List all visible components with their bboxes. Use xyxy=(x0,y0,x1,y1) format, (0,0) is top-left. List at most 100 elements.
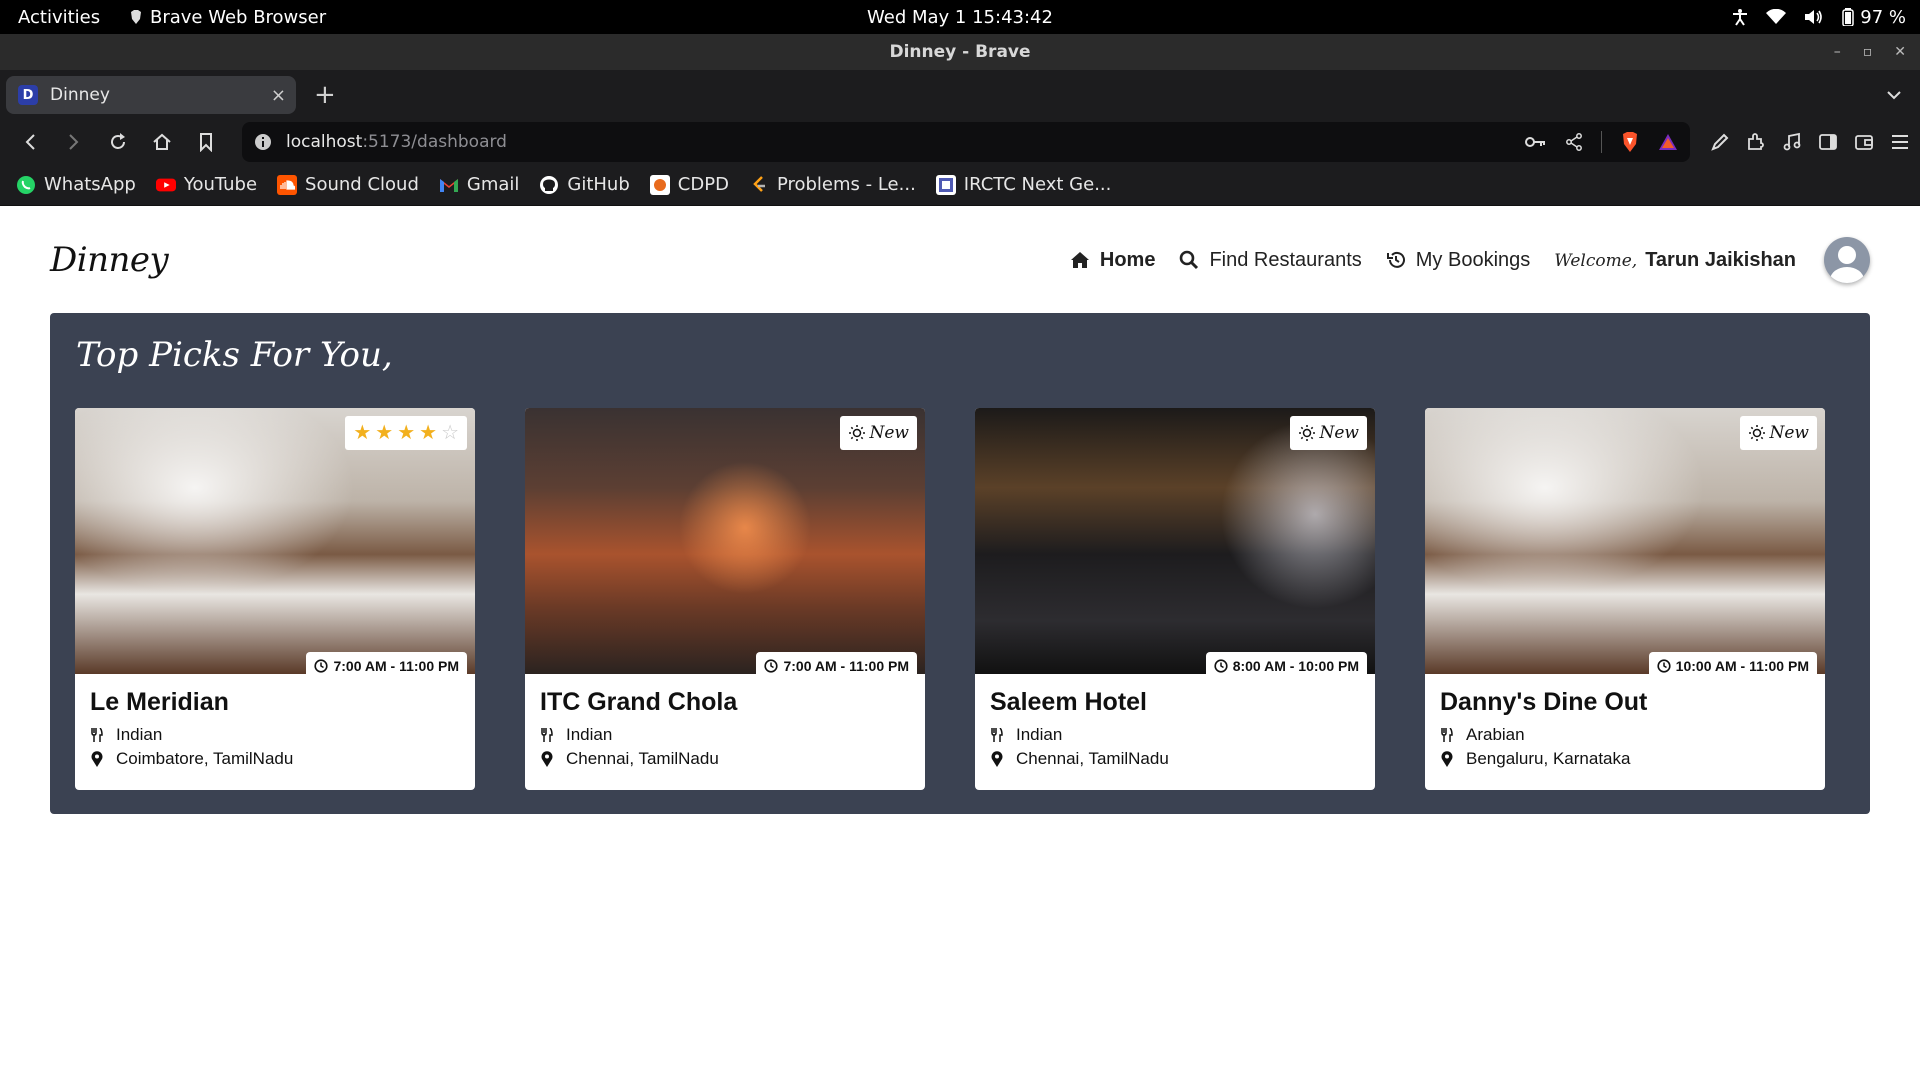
restaurant-photo: New 10:00 AM - 11:00 PM xyxy=(1425,408,1825,680)
sun-icon xyxy=(848,425,865,441)
maximize-icon[interactable]: ▫ xyxy=(1863,44,1873,60)
cuisine-row: Indian xyxy=(990,725,1360,745)
bookmark-label: GitHub xyxy=(567,174,630,195)
app-menu[interactable]: Brave Web Browser xyxy=(130,7,326,28)
restaurant-name: Saleem Hotel xyxy=(990,688,1148,716)
cuisine-text: Arabian xyxy=(1466,725,1525,744)
hours-badge: 7:00 AM - 11:00 PM xyxy=(756,652,917,680)
new-badge: New xyxy=(1289,416,1367,450)
browser-toolbar: localhost:5173/dashboard xyxy=(0,120,1920,164)
cuisine-row: Indian xyxy=(540,725,910,745)
sun-icon xyxy=(1748,425,1765,441)
cuisine-text: Indian xyxy=(1016,725,1063,744)
nav-find-restaurants[interactable]: Find Restaurants xyxy=(1179,248,1362,272)
bookmark-leetcode[interactable]: Problems - Le... xyxy=(749,174,916,195)
irctc-icon xyxy=(935,174,956,195)
leetcode-icon xyxy=(749,175,769,195)
restaurant-card[interactable]: New 8:00 AM - 10:00 PM Saleem Hotel Indi… xyxy=(975,408,1375,790)
extensions-icon[interactable] xyxy=(1746,132,1766,152)
user-avatar[interactable] xyxy=(1824,237,1870,283)
site-logo[interactable]: Dinney xyxy=(50,240,169,280)
bookmark-github[interactable]: GitHub xyxy=(539,174,630,195)
bookmark-label: Gmail xyxy=(466,174,520,195)
new-label: New xyxy=(1319,423,1360,443)
system-tray[interactable]: 97 % xyxy=(1732,7,1920,28)
pen-icon[interactable] xyxy=(1710,132,1730,152)
wallet-icon[interactable] xyxy=(1854,133,1874,151)
tab-title: Dinney xyxy=(50,85,110,105)
forward-button[interactable] xyxy=(54,124,94,160)
new-badge: New xyxy=(1739,416,1817,450)
sidebar-icon[interactable] xyxy=(1818,133,1838,151)
home-button[interactable] xyxy=(142,124,182,160)
new-tab-button[interactable]: + xyxy=(314,80,336,110)
media-icon[interactable] xyxy=(1782,132,1802,152)
share-icon[interactable] xyxy=(1565,133,1583,151)
restaurant-name: Danny's Dine Out xyxy=(1440,688,1648,716)
restaurant-card[interactable]: New 10:00 AM - 11:00 PM Danny's Dine Out… xyxy=(1425,408,1825,790)
cuisine-text: Indian xyxy=(116,725,163,744)
hours-badge: 8:00 AM - 10:00 PM xyxy=(1205,652,1367,680)
soundcloud-icon xyxy=(277,174,298,195)
hours-text: 10:00 AM - 11:00 PM xyxy=(1675,658,1809,674)
bookmark-soundcloud[interactable]: Sound Cloud xyxy=(277,174,419,195)
brave-rewards-icon[interactable] xyxy=(1658,133,1678,151)
address-bar[interactable]: localhost:5173/dashboard xyxy=(242,122,1690,162)
restaurant-card[interactable]: New 7:00 AM - 11:00 PM ITC Grand Chola I… xyxy=(525,408,925,790)
utensils-icon xyxy=(990,728,1004,742)
bookmark-whatsapp[interactable]: WhatsApp xyxy=(16,174,136,195)
accessibility-icon[interactable] xyxy=(1732,8,1748,26)
section-title: Top Picks For You, xyxy=(76,335,393,375)
star-empty-icon: ☆ xyxy=(441,422,459,444)
site-info-icon[interactable] xyxy=(254,133,272,151)
menu-icon[interactable] xyxy=(1890,133,1910,151)
reload-button[interactable] xyxy=(98,124,138,160)
battery-icon[interactable] xyxy=(1842,8,1855,26)
brave-shields-icon[interactable] xyxy=(1620,131,1640,153)
bookmark-button[interactable] xyxy=(186,124,226,160)
tab-dinney[interactable]: D Dinney × xyxy=(6,76,296,114)
home-icon xyxy=(1070,252,1089,268)
bookmark-youtube[interactable]: YouTube xyxy=(155,174,257,195)
bookmark-irctc[interactable]: IRCTC Next Ge... xyxy=(935,174,1111,195)
window-title-bar: Dinney - Brave – ▫ ✕ xyxy=(0,34,1920,70)
bookmark-label: Sound Cloud xyxy=(305,174,419,195)
nav-my-bookings[interactable]: My Bookings xyxy=(1386,249,1530,272)
tab-strip: D Dinney × + xyxy=(0,70,1920,120)
restaurant-name: ITC Grand Chola xyxy=(540,688,738,716)
history-icon xyxy=(1386,251,1405,268)
volume-icon[interactable] xyxy=(1804,9,1824,25)
utensils-icon xyxy=(540,728,554,742)
nav-find-label: Find Restaurants xyxy=(1209,248,1362,271)
bookmarks-bar: WhatsApp YouTube Sound Cloud Gmail GitHu… xyxy=(0,164,1920,206)
close-window-icon[interactable]: ✕ xyxy=(1894,44,1906,60)
github-icon xyxy=(539,175,559,195)
clock-icon xyxy=(1657,659,1671,673)
cuisine-text: Indian xyxy=(566,725,613,744)
brave-lion-icon xyxy=(131,10,141,24)
battery-percentage: 97 % xyxy=(1860,6,1906,28)
youtube-icon xyxy=(155,175,176,195)
activities-button[interactable]: Activities xyxy=(0,7,130,28)
wifi-icon[interactable] xyxy=(1766,9,1787,25)
nav-home[interactable]: Home xyxy=(1070,249,1155,272)
cuisine-row: Arabian xyxy=(1440,725,1810,745)
location-text: Chennai, TamilNadu xyxy=(1016,749,1169,768)
bookmark-cdpd[interactable]: CDPD xyxy=(649,174,729,195)
bookmark-label: Problems - Le... xyxy=(776,174,916,195)
bookmark-gmail[interactable]: Gmail xyxy=(439,174,520,195)
restaurant-card[interactable]: ★ ★ ★ ★ ☆ 7:00 AM - 11:00 PM Le Meridian… xyxy=(75,408,475,790)
star-icon: ★ xyxy=(419,422,438,444)
location-row: Coimbatore, TamilNadu xyxy=(90,749,460,769)
hours-text: 8:00 AM - 10:00 PM xyxy=(1232,658,1359,674)
key-icon[interactable] xyxy=(1525,135,1547,149)
tab-close-icon[interactable]: × xyxy=(271,85,286,106)
window-title: Dinney - Brave xyxy=(889,42,1031,62)
restaurant-photo: ★ ★ ★ ★ ☆ 7:00 AM - 11:00 PM xyxy=(75,408,475,680)
back-button[interactable] xyxy=(10,124,50,160)
bookmark-label: CDPD xyxy=(677,174,729,195)
minimize-icon[interactable]: – xyxy=(1834,44,1841,60)
location-row: Chennai, TamilNadu xyxy=(540,749,910,769)
tab-list-chevron-icon[interactable] xyxy=(1886,90,1902,100)
utensils-icon xyxy=(90,728,104,742)
